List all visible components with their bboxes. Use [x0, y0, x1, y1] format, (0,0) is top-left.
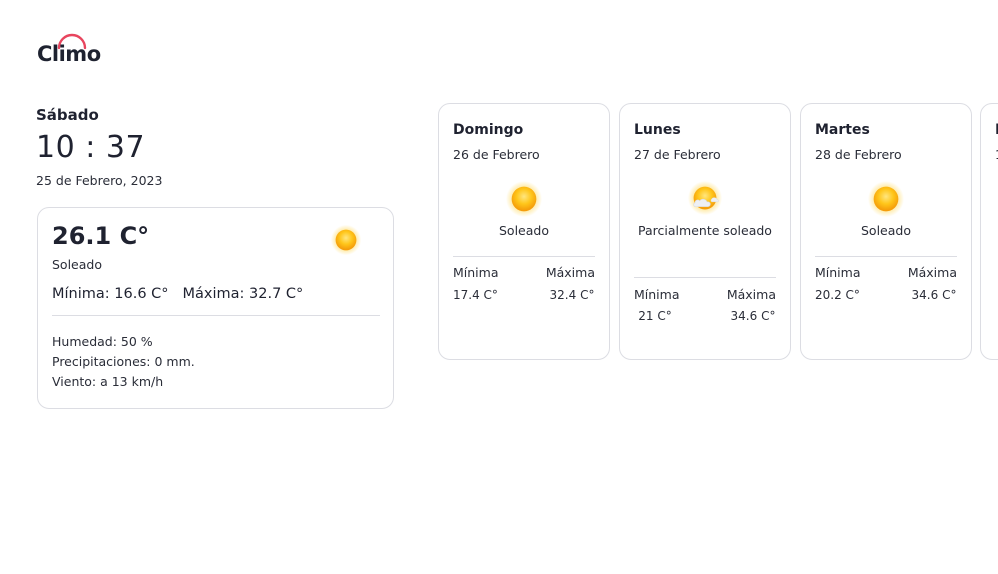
- current-sky: Soleado: [52, 257, 102, 272]
- forecast-card[interactable]: Martes 28 de Febrero Soleado Mínima Máxi…: [800, 103, 972, 360]
- forecast-min-value: 20.2 C°: [815, 288, 860, 302]
- divider: [453, 256, 595, 257]
- climo-logo[interactable]: Climo: [37, 28, 112, 70]
- forecast-day: Domingo: [453, 122, 524, 138]
- current-max: Máxima: 32.7 C°: [182, 286, 304, 302]
- current-temperature: 26.1 C°: [52, 222, 150, 250]
- forecast-min-label: Mínima: [453, 265, 499, 280]
- forecast-card[interactable]: Domingo 26 de Febrero Soleado Mínima Máx…: [438, 103, 610, 360]
- forecast-date: 27 de Febrero: [634, 147, 721, 162]
- today-day: Sábado: [36, 106, 99, 124]
- forecast-card[interactable]: Lunes 27 de Febrero Parcialmente soleado…: [619, 103, 791, 360]
- forecast-min-label: Mínima: [815, 265, 861, 280]
- divider: [815, 256, 957, 257]
- divider: [634, 277, 776, 278]
- precipitation: Precipitaciones: 0 mm.: [52, 354, 195, 369]
- forecast-sky: Soleado: [861, 223, 911, 238]
- sun-icon: [867, 180, 905, 218]
- forecast-min-value: 17.4 C°: [453, 288, 498, 302]
- forecast-day: Lunes: [634, 122, 681, 138]
- forecast-sky: Soleado: [499, 223, 549, 238]
- forecast-max-value: 34.6 C°: [730, 309, 776, 323]
- sun-icon: [330, 224, 362, 256]
- forecast-max-label: Máxima: [726, 287, 776, 302]
- forecast-date: 26 de Febrero: [453, 147, 540, 162]
- current-minmax: Mínima: 16.6 C° Máxima: 32.7 C°: [52, 286, 303, 302]
- forecast-max-value: 32.4 C°: [549, 288, 595, 302]
- partly-cloudy-icon: [687, 180, 723, 216]
- today-date: 25 de Febrero, 2023: [36, 173, 163, 188]
- current-details: Humedad: 50 % Precipitaciones: 0 mm. Vie…: [52, 332, 195, 392]
- current-weather-card: 26.1 C° Soleado Mínima: 16.6 C° Máxima: …: [37, 207, 394, 409]
- today-time: 10 : 37: [36, 130, 146, 165]
- forecast-max-label: Máxima: [545, 265, 595, 280]
- forecast-card-partial[interactable]: M 1: [980, 103, 998, 360]
- forecast-min-label: Mínima: [634, 287, 680, 302]
- forecast-max-label: Máxima: [907, 265, 957, 280]
- humidity: Humedad: 50 %: [52, 334, 153, 349]
- wind: Viento: a 13 km/h: [52, 374, 164, 389]
- logo-text: Climo: [37, 42, 101, 66]
- forecast-min-value: 21 C°: [638, 309, 672, 323]
- forecast-day: Martes: [815, 122, 870, 138]
- divider: [52, 315, 380, 316]
- forecast-sky: Parcialmente soleado: [638, 223, 772, 238]
- current-min: Mínima: 16.6 C°: [52, 286, 169, 302]
- forecast-date: 28 de Febrero: [815, 147, 902, 162]
- forecast-max-value: 34.6 C°: [911, 288, 957, 302]
- sun-icon: [505, 180, 543, 218]
